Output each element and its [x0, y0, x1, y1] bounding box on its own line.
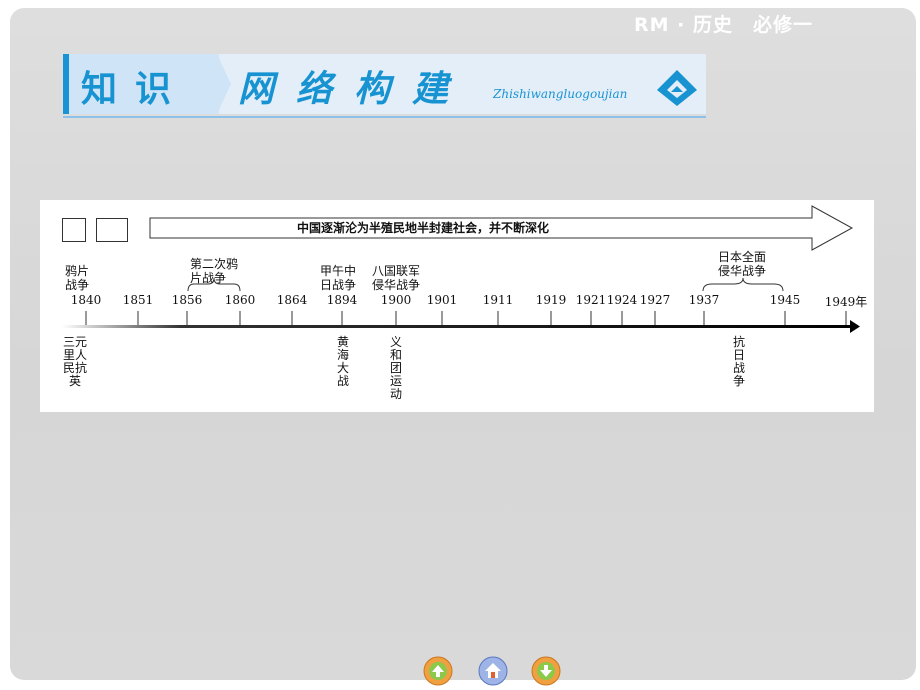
year-label-1937: 1937	[688, 293, 720, 307]
event-yellow-sea: 黄海大战	[336, 335, 349, 388]
year-label-1901: 1901	[426, 293, 458, 307]
timeline-diagram: 中国逐渐沦为半殖民地半封建社会，并不断深化 鸦片 战争 第二次鸦 片战争 甲午中…	[40, 200, 874, 412]
axis-arrowhead	[850, 320, 860, 333]
event-opium-war: 鸦片 战争	[65, 264, 90, 292]
year-label-1840: 1840	[70, 293, 102, 307]
banner-separator	[217, 54, 231, 114]
event-sanyuanli: 三元里人民抗英	[62, 335, 87, 388]
banner-underline	[63, 116, 706, 118]
diamond-arrow-icon	[657, 70, 697, 106]
section-banner: 知识 网络构建 Zhishiwangluogoujian	[63, 54, 706, 118]
year-label-1860: 1860	[224, 293, 256, 307]
year-label-1864: 1864	[276, 293, 308, 307]
banner-title-b: 网络构建	[238, 68, 471, 110]
next-icon[interactable]	[531, 656, 561, 686]
year-label-1851: 1851	[122, 293, 154, 307]
year-label-1924: 1924	[606, 293, 638, 307]
timeline-axis	[62, 325, 852, 328]
home-icon[interactable]	[478, 656, 508, 686]
prev-icon[interactable]	[423, 656, 453, 686]
banner-pinyin: Zhishiwangluogoujian	[493, 87, 628, 101]
event-eight-nation: 八国联军 侵华战争	[372, 264, 421, 292]
year-label-1927: 1927	[639, 293, 671, 307]
brace-japan-invasion	[702, 277, 784, 292]
year-label-1945: 1945	[769, 293, 801, 307]
event-japan-invasion: 日本全面 侵华战争	[718, 250, 767, 278]
trend-label: 中国逐渐沦为半殖民地半封建社会，并不断深化	[297, 221, 550, 235]
tick-group	[85, 311, 847, 325]
year-label-1900: 1900	[380, 293, 412, 307]
event-sino-japanese-war: 甲午中 日战争	[320, 264, 357, 292]
year-label-1856: 1856	[171, 293, 203, 307]
year-label-1921: 1921	[575, 293, 607, 307]
year-label-1919: 1919	[535, 293, 567, 307]
event-anti-japan: 抗日战争	[732, 335, 745, 388]
event-boxer: 义和团运动	[389, 335, 402, 401]
event-second-opium-war: 第二次鸦 片战争	[190, 257, 239, 285]
year-label-1949: 1949年	[824, 295, 868, 309]
course-label: RM · 历史 必修一	[634, 14, 813, 36]
banner-title-a: 知识	[81, 68, 190, 110]
year-label-1894: 1894	[326, 293, 358, 307]
year-label-1911: 1911	[482, 293, 514, 307]
slide: RM · 历史 必修一 知识 网络构建 Zhishiwangluogoujian	[10, 8, 916, 680]
